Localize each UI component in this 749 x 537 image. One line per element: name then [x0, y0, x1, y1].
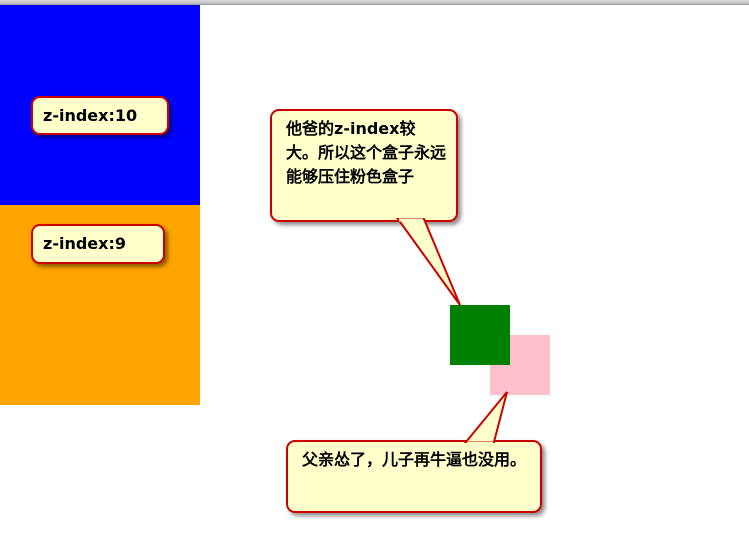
- blue-z-index-callout: z-index:10: [31, 96, 169, 135]
- son-explanation-text: 父亲怂了，儿子再牛逼也没用。: [302, 450, 527, 469]
- orange-z-index-label: z-index:9: [43, 234, 126, 253]
- green-child-box: [450, 305, 510, 365]
- orange-z-index-callout: z-index:9: [31, 224, 165, 264]
- father-explanation-callout: 他爸的z-index较大。所以这个盒子永远能够压住粉色盒子: [270, 109, 458, 222]
- father-explanation-text: 他爸的z-index较大。所以这个盒子永远能够压住粉色盒子: [286, 119, 447, 186]
- father-callout-pointer: [396, 218, 461, 306]
- son-explanation-callout: 父亲怂了，儿子再牛逼也没用。: [286, 440, 542, 513]
- blue-z-index-label: z-index:10: [43, 106, 138, 125]
- son-callout-pointer: [463, 391, 508, 443]
- page-canvas: z-index:10 z-index:9 他爸的z-index较大。所以这个盒子…: [0, 0, 749, 537]
